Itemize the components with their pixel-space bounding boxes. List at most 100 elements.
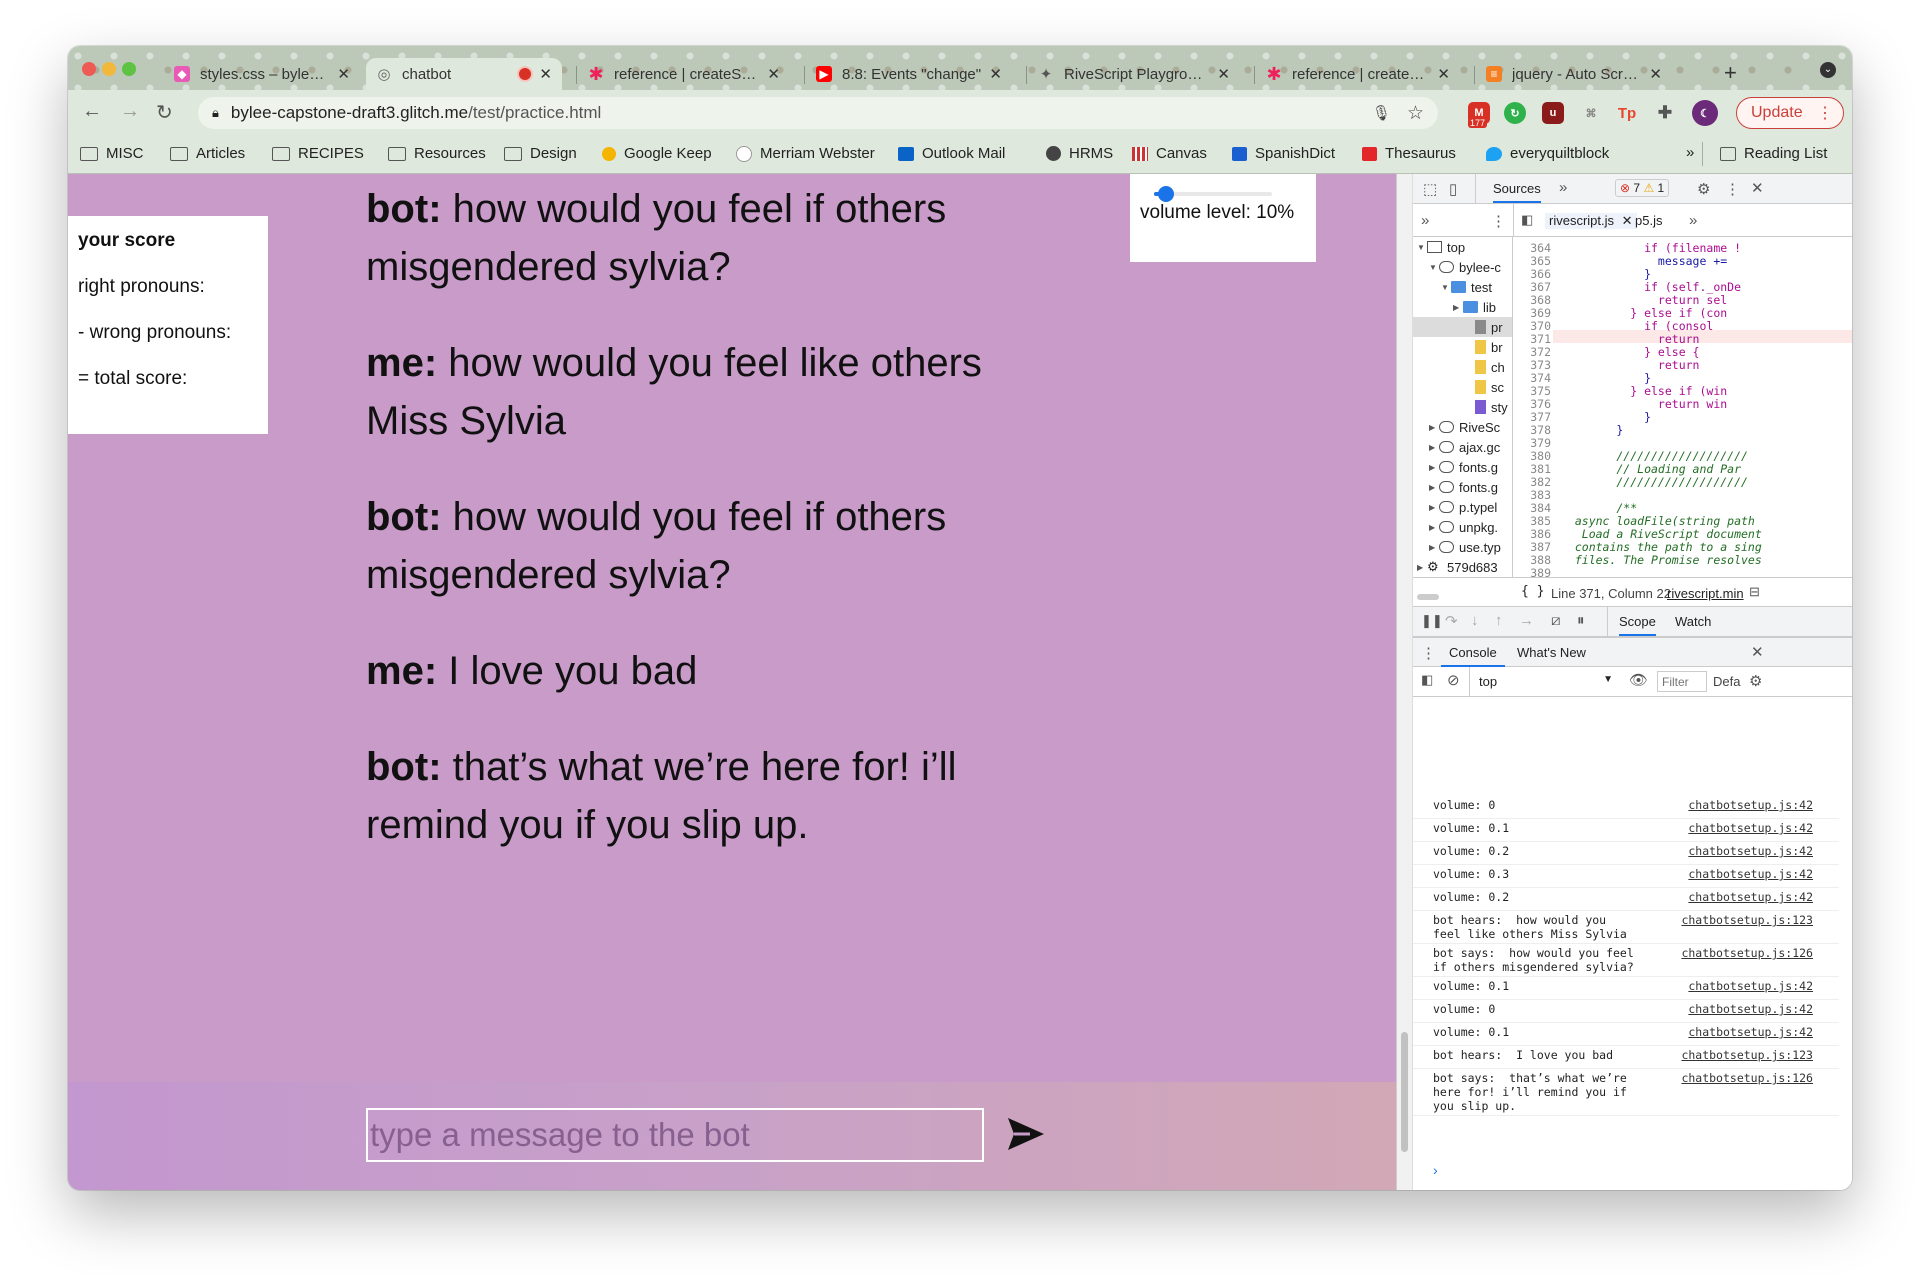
tree-node[interactable]: sty <box>1413 397 1512 417</box>
pretty-print-icon[interactable]: { } <box>1521 584 1544 599</box>
tree-node[interactable]: ▶ ajax.gc <box>1413 437 1512 457</box>
devtools-scrollbar[interactable] <box>1397 174 1413 1190</box>
bookmark-everyquiltblock[interactable]: everyquiltblock <box>1486 145 1609 162</box>
tab-3[interactable]: ▶ 8.8: Events "change" ✕ <box>806 58 1012 90</box>
extension-green-icon[interactable]: ↻ <box>1504 102 1526 124</box>
line-number[interactable]: 382 <box>1517 475 1551 489</box>
line-number[interactable]: 373 <box>1517 358 1551 372</box>
tree-expand-icon[interactable]: ▶ <box>1429 483 1439 492</box>
clear-console-icon[interactable]: ⊘ <box>1447 671 1460 689</box>
bookmark-recipes[interactable]: RECIPES <box>272 145 364 162</box>
tree-expand-icon[interactable]: ▶ <box>1429 503 1439 512</box>
tree-node[interactable]: br <box>1413 337 1512 357</box>
tree-node[interactable]: sc <box>1413 377 1512 397</box>
tab-sources[interactable]: Sources <box>1493 181 1541 203</box>
profile-avatar[interactable]: ☾ <box>1692 100 1718 126</box>
tree-node[interactable]: ▶ unpkg. <box>1413 517 1512 537</box>
line-number[interactable]: 389 <box>1517 566 1551 577</box>
line-number[interactable]: 368 <box>1517 293 1551 307</box>
step-over-icon[interactable]: ↷ <box>1445 612 1458 630</box>
console-source-link[interactable]: chatbotsetup.js:42 <box>1688 867 1813 881</box>
file-tab-p5[interactable]: p5.js <box>1635 213 1662 228</box>
line-number[interactable]: 381 <box>1517 462 1551 476</box>
bookmark-resources[interactable]: Resources <box>388 145 486 162</box>
bookmark-star-icon[interactable]: ☆ <box>1407 102 1424 125</box>
inspect-element-icon[interactable]: ⬚ <box>1423 180 1437 198</box>
live-expression-eye-icon[interactable]: 👁︎ <box>1629 671 1648 689</box>
devtools-menu-icon[interactable]: ⋮ <box>1725 180 1740 198</box>
pause-icon[interactable]: ❚❚ <box>1421 613 1443 629</box>
microphone-icon[interactable]: 🎙︎ <box>1372 104 1391 122</box>
tree-expand-icon[interactable]: ▶ <box>1417 563 1427 572</box>
bookmark-spanishdict[interactable]: SpanishDict <box>1232 145 1335 162</box>
tree-node[interactable]: ▶ fonts.g <box>1413 457 1512 477</box>
line-number[interactable]: 387 <box>1517 540 1551 554</box>
tree-node[interactable]: ▶ lib <box>1413 297 1512 317</box>
minimize-window-button[interactable] <box>102 62 116 76</box>
line-number[interactable]: 367 <box>1517 280 1551 294</box>
navigator-more-icon[interactable]: » <box>1421 212 1429 229</box>
file-tab-rivescript[interactable]: rivescript.js ✕ <box>1545 213 1637 229</box>
forward-icon[interactable]: → <box>120 100 140 123</box>
source-map-link[interactable]: rivescript.min <box>1667 586 1744 601</box>
tree-node[interactable]: ch <box>1413 357 1512 377</box>
close-window-button[interactable] <box>82 62 96 76</box>
line-number[interactable]: 364 <box>1517 241 1551 255</box>
close-tab-icon[interactable]: ✕ <box>989 65 1002 83</box>
reload-icon[interactable]: ↻ <box>156 100 173 125</box>
tree-node[interactable]: ▶ ⚙ 579d683 <box>1413 557 1512 577</box>
line-number[interactable]: 370 <box>1517 319 1551 333</box>
extensions-puzzle-icon[interactable]: ✚ <box>1654 102 1676 124</box>
deactivate-breakpoints-icon[interactable]: ⧄ <box>1551 612 1561 629</box>
more-panels-icon[interactable]: » <box>1559 179 1567 196</box>
bookmark-thesaurus[interactable]: Thesaurus <box>1362 145 1456 162</box>
line-number[interactable]: 375 <box>1517 384 1551 398</box>
close-devtools-icon[interactable]: ✕ <box>1751 179 1764 197</box>
console-source-link[interactable]: chatbotsetup.js:42 <box>1688 1002 1813 1016</box>
line-number[interactable]: 378 <box>1517 423 1551 437</box>
more-files-icon[interactable]: » <box>1689 212 1697 229</box>
step-icon[interactable]: → <box>1519 612 1534 629</box>
tree-node[interactable]: ▶ p.typel <box>1413 497 1512 517</box>
close-tab-icon[interactable]: ✕ <box>1649 65 1662 83</box>
tree-node[interactable]: pr <box>1413 317 1512 337</box>
close-file-tab-icon[interactable]: ✕ <box>1622 213 1633 228</box>
line-number[interactable]: 371 <box>1517 332 1551 346</box>
message-input[interactable] <box>366 1108 984 1162</box>
tab-5[interactable]: ✱ reference | createSlider ✕ <box>1256 58 1460 90</box>
tab-whats-new[interactable]: What's New <box>1517 645 1586 660</box>
tree-node[interactable]: ▼ bylee-c <box>1413 257 1512 277</box>
tab-scope[interactable]: Scope <box>1619 614 1656 636</box>
pause-on-exceptions-icon[interactable]: ⏸︎ <box>1577 612 1585 629</box>
console-source-link[interactable]: chatbotsetup.js:126 <box>1681 1071 1813 1085</box>
console-source-link[interactable]: chatbotsetup.js:42 <box>1688 798 1813 812</box>
tree-expand-icon[interactable]: ▶ <box>1429 443 1439 452</box>
tab-0[interactable]: ◆ styles.css – bylee-capstone ✕ <box>164 58 360 90</box>
tab-console[interactable]: Console <box>1441 645 1505 667</box>
line-number[interactable]: 365 <box>1517 254 1551 268</box>
update-button[interactable]: Update ⋮ <box>1736 97 1844 129</box>
tree-node[interactable]: ▼ top <box>1413 237 1512 257</box>
line-number[interactable]: 379 <box>1517 436 1551 450</box>
close-tab-icon[interactable]: ✕ <box>539 65 552 83</box>
tree-expand-icon[interactable]: ▼ <box>1429 263 1439 272</box>
close-drawer-icon[interactable]: ✕ <box>1751 643 1764 661</box>
console-settings-gear-icon[interactable]: ⚙ <box>1749 672 1762 690</box>
device-toolbar-icon[interactable]: ▯ <box>1449 180 1457 198</box>
console-source-link[interactable]: chatbotsetup.js:42 <box>1688 890 1813 904</box>
back-icon[interactable]: ← <box>82 100 102 123</box>
volume-slider-thumb[interactable] <box>1157 186 1174 202</box>
issues-counter[interactable]: ⊗ 7 ⚠ 1 <box>1615 179 1670 197</box>
line-number[interactable]: 380 <box>1517 449 1551 463</box>
tree-hscroll[interactable] <box>1413 584 1511 600</box>
close-tab-icon[interactable]: ✕ <box>1217 65 1230 83</box>
volume-slider[interactable] <box>1140 184 1306 202</box>
line-number[interactable]: 377 <box>1517 410 1551 424</box>
line-number[interactable]: 386 <box>1517 527 1551 541</box>
bookmark-articles[interactable]: Articles <box>170 145 245 162</box>
console-source-link[interactable]: chatbotsetup.js:42 <box>1688 979 1813 993</box>
line-number[interactable]: 385 <box>1517 514 1551 528</box>
tree-node[interactable]: ▶ use.typ <box>1413 537 1512 557</box>
tp-extension-icon[interactable]: Tp <box>1616 102 1638 124</box>
tree-expand-icon[interactable]: ▶ <box>1453 303 1463 312</box>
